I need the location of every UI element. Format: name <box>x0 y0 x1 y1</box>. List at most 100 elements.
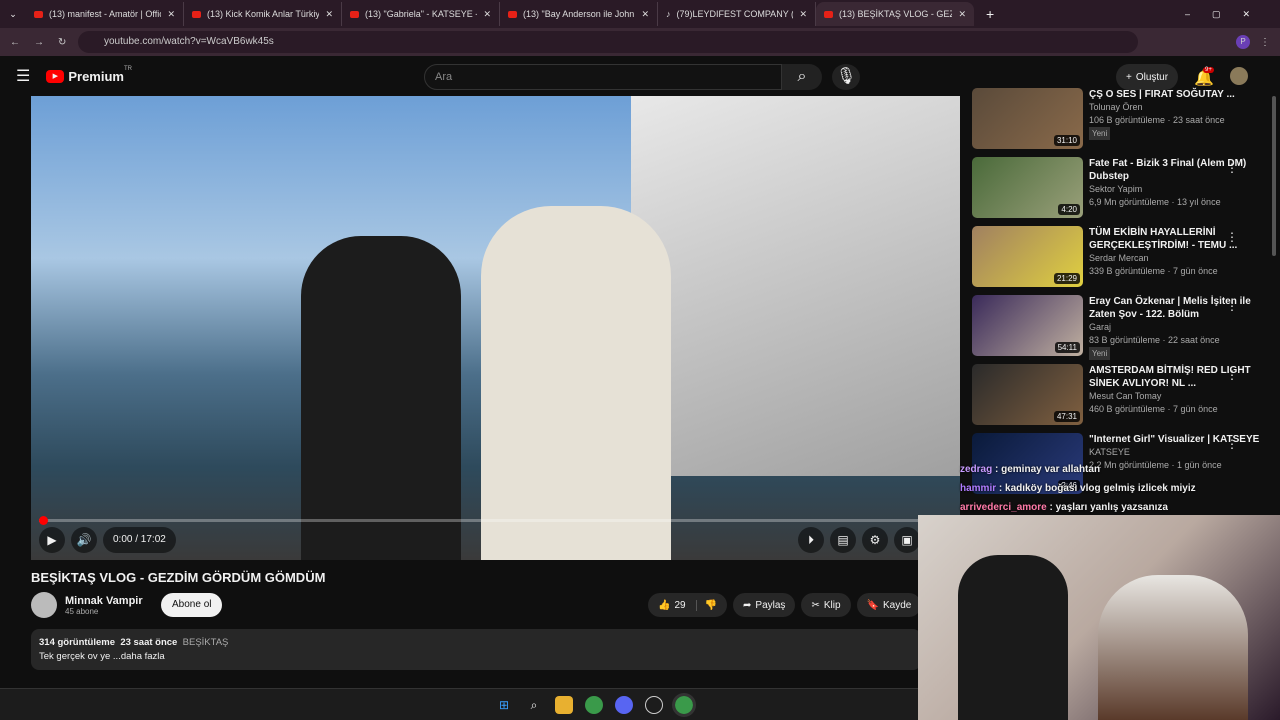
miniplayer-icon[interactable]: ▣ <box>894 527 920 553</box>
youtube-favicon-icon <box>824 10 833 18</box>
address-bar: ← → ↻ youtube.com/watch?v=WcaVB6wk45s P … <box>0 28 1280 56</box>
ferry-image <box>631 96 960 476</box>
video-thumbnail[interactable]: 21:29 <box>972 226 1083 287</box>
profile-avatar[interactable]: P <box>1236 35 1250 49</box>
logo-text[interactable]: Premium <box>68 69 124 84</box>
video-thumbnail[interactable]: 31:10 <box>972 88 1083 149</box>
hamburger-menu-icon[interactable]: ☰ <box>16 66 30 86</box>
search-icon[interactable]: ⌕ <box>525 696 543 714</box>
close-tab-icon[interactable]: ✕ <box>483 9 491 20</box>
subscribe-button[interactable]: Abone ol <box>161 593 223 617</box>
streamer-image <box>1098 575 1248 720</box>
description-text[interactable]: Tek gerçek ov ye ...daha fazla <box>39 651 913 662</box>
webcam-overlay <box>918 515 1280 720</box>
sidebar-scrollbar[interactable] <box>1272 96 1276 256</box>
reload-icon[interactable]: ↻ <box>58 37 66 48</box>
subscriber-count: 45 abone <box>65 606 99 616</box>
hashtag-link[interactable]: BEŞİKTAŞ <box>183 637 229 648</box>
time-display: 0:00 / 17:02 <box>103 527 176 553</box>
browser-tab[interactable]: (13) "Bay Anderson ile John Wi ✕ <box>500 2 658 26</box>
search-input[interactable]: Ara <box>424 64 782 90</box>
back-icon[interactable]: ← <box>10 37 20 48</box>
close-tab-icon[interactable]: ✕ <box>958 9 966 20</box>
menu-icon[interactable]: ⋮ <box>1260 37 1270 48</box>
subtitles-icon[interactable]: ▤ <box>830 527 856 553</box>
notification-count: 9+ <box>1203 67 1214 73</box>
close-tab-icon[interactable]: ✕ <box>167 9 175 20</box>
thumbs-up-icon: 👍 <box>658 599 671 611</box>
tab-search-chevron-icon[interactable]: ⌄ <box>0 9 26 20</box>
description-box[interactable]: 314 görüntüleme 23 saat önce BEŞİKTAŞ Te… <box>31 629 921 670</box>
youtube-favicon-icon <box>350 10 359 18</box>
more-options-icon[interactable]: ⋮ <box>1226 368 1238 382</box>
person-image <box>301 236 461 560</box>
save-button[interactable]: 🔖 Kayde <box>856 593 922 617</box>
play-button[interactable]: ▶ <box>39 527 65 553</box>
dislike-button[interactable]: 👎 <box>695 599 717 611</box>
search-button[interactable]: ⌕ <box>782 64 822 90</box>
more-options-icon[interactable]: ⋮ <box>1226 161 1238 175</box>
video-thumbnail[interactable]: 47:31 <box>972 364 1083 425</box>
settings-gear-icon[interactable]: ⚙ <box>862 527 888 553</box>
browser-tab[interactable]: (13) Kick Komik Anlar Türkiye R✕ <box>184 2 342 26</box>
file-explorer-icon[interactable] <box>555 695 573 714</box>
list-item[interactable]: 4:20 Fate Fat - Bizik 3 Final (Alem DM) D… <box>972 157 1262 226</box>
create-button[interactable]: + Oluştur <box>1116 64 1179 90</box>
youtube-favicon-icon <box>192 10 201 18</box>
chrome-active-icon[interactable] <box>672 692 696 717</box>
browser-tab-active[interactable]: (13) BEŞİKTAŞ VLOG - GEZDİM✕ <box>816 2 974 26</box>
view-count: 314 görüntüleme <box>39 637 116 648</box>
youtube-logo-icon[interactable]: ▶ <box>46 69 65 83</box>
youtube-favicon-icon <box>34 10 43 18</box>
volume-button[interactable]: 🔊 <box>71 527 97 553</box>
region-code: TR <box>123 66 132 72</box>
channel-avatar[interactable] <box>31 592 57 618</box>
list-item[interactable]: 47:31 AMSTERDAM BİTMİŞ! RED LIGHT SİNEK A… <box>972 364 1262 433</box>
share-icon: ➦ <box>743 599 752 611</box>
person-image <box>481 206 671 560</box>
obs-icon[interactable] <box>645 695 663 714</box>
windows-start-icon[interactable]: ⊞ <box>495 696 513 714</box>
list-item[interactable]: 21:29 TÜM EKİBİN HAYALLERİNİ GERÇEKLEŞTİR… <box>972 226 1262 295</box>
video-title: BEŞİKTAŞ VLOG - GEZDİM GÖRDÜM GÖMDÜM <box>31 570 326 585</box>
tiktok-favicon-icon: ♪ <box>666 9 671 19</box>
channel-name[interactable]: Minnak Vampir <box>65 595 153 607</box>
browser-tab[interactable]: ♪(79)LEYDIFEST COMPANY (@ley✕ <box>658 2 816 26</box>
close-tab-icon[interactable]: ✕ <box>799 9 807 20</box>
upload-age: 23 saat önce <box>120 637 178 648</box>
scissors-icon: ✂ <box>811 599 820 611</box>
like-button[interactable]: 👍 29 👎 <box>648 593 728 617</box>
more-options-icon[interactable]: ⋮ <box>1226 299 1238 313</box>
youtube-favicon-icon <box>508 10 517 18</box>
video-thumbnail[interactable]: 4:20 <box>972 157 1083 218</box>
plus-icon: + <box>1126 71 1132 83</box>
user-avatar[interactable] <box>1230 67 1248 85</box>
video-thumbnail[interactable]: 54:11 <box>972 295 1083 356</box>
close-tab-icon[interactable]: ✕ <box>641 9 649 20</box>
autoplay-toggle[interactable]: ⏵ <box>798 527 824 553</box>
voice-search-icon[interactable]: 🎙 <box>832 64 860 90</box>
new-tab-button[interactable]: + <box>986 6 994 22</box>
chrome-icon[interactable] <box>585 695 603 714</box>
url-input[interactable]: youtube.com/watch?v=WcaVB6wk45s <box>78 31 1138 53</box>
stream-chat-overlay: zedrag : geminay var allahtan hammir : k… <box>960 460 1196 517</box>
list-item[interactable]: 31:10 ÇŞ O SES | FIRAT SOĞUTAY ... Tolunay… <box>972 88 1262 157</box>
forward-icon[interactable]: → <box>34 37 44 48</box>
chat-message: hammir : kadıköy boğası vlog gelmiş izli… <box>960 483 1196 494</box>
more-options-icon[interactable]: ⋮ <box>1226 230 1238 244</box>
close-tab-icon[interactable]: ✕ <box>325 9 333 20</box>
browser-tab[interactable]: (13) "Gabriela" - KATSEYE - You✕ <box>342 2 500 26</box>
chat-message: zedrag : geminay var allahtan <box>960 464 1101 475</box>
window-controls[interactable]: –▢✕ <box>1185 9 1272 20</box>
windows-taskbar: ⊞ ⌕ <box>0 688 918 720</box>
recommendations-list: 31:10 ÇŞ O SES | FIRAT SOĞUTAY ... Tolunay… <box>972 88 1262 502</box>
clip-button[interactable]: ✂ Klip <box>801 593 851 617</box>
list-item[interactable]: 54:11 Eray Can Özkenar | Melis İşiten ile… <box>972 295 1262 364</box>
gaming-chair-image <box>958 555 1068 720</box>
video-player[interactable]: ▶ 🔊 0:00 / 17:02 ⏵ ▤ ⚙ ▣ <box>31 96 960 560</box>
browser-tab[interactable]: (13) manifest - Amatör | Official ✕ <box>26 2 184 26</box>
discord-icon[interactable] <box>615 695 633 714</box>
browser-tab-bar: ⌄ (13) manifest - Amatör | Official ✕ (13… <box>0 0 1280 28</box>
share-button[interactable]: ➦ Paylaş <box>733 593 796 617</box>
more-options-icon[interactable]: ⋮ <box>1226 437 1238 451</box>
